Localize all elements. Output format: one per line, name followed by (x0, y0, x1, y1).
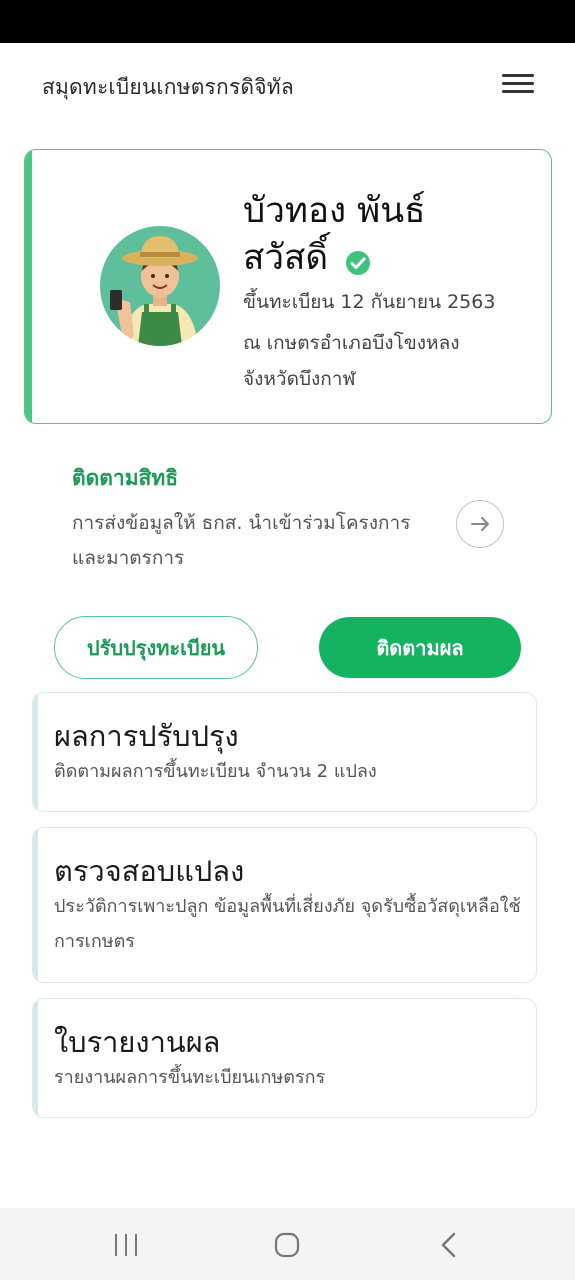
app-header: สมุดทะเบียนเกษตรกรดิจิทัล (0, 43, 575, 128)
rights-title: ติดตามสิทธิ (72, 466, 179, 490)
menu-card-report[interactable]: ใบรายงานผล รายงานผลการขึ้นทะเบียนเกษตรกร (32, 998, 537, 1118)
card-title: ผลการปรับปรุง (54, 719, 239, 753)
arrow-right-icon[interactable] (456, 500, 504, 548)
track-results-button[interactable]: ติดตามผล (319, 617, 521, 678)
rights-tracking-section[interactable]: ติดตามสิทธิ การส่งข้อมูลให้ ธกส. นำเข้าร… (72, 462, 512, 582)
check-circle-icon (345, 242, 371, 275)
menu-card-check-plots[interactable]: ตรวจสอบแปลง ประวัติการเพาะปลูก ข้อมูลพื้… (32, 827, 537, 983)
card-title: ตรวจสอบแปลง (54, 854, 245, 888)
status-bar (0, 0, 575, 43)
app-title: สมุดทะเบียนเกษตรกรดิจิทัล (42, 75, 294, 99)
card-description: ประวัติการเพาะปลูก ข้อมูลพื้นที่เสี่ยงภั… (54, 896, 521, 952)
home-icon[interactable] (267, 1230, 307, 1260)
update-registration-button[interactable]: ปรับปรุงทะเบียน (54, 616, 258, 679)
card-description: รายงานผลการขึ้นทะเบียนเกษตรกร (54, 1067, 326, 1088)
farmer-avatar (100, 226, 220, 346)
card-description: ติดตามผลการขึ้นทะเบียน จำนวน 2 แปลง (54, 761, 377, 782)
back-icon[interactable] (428, 1230, 468, 1260)
recent-apps-icon[interactable] (106, 1230, 146, 1260)
menu-card-update-results[interactable]: ผลการปรับปรุง ติดตามผลการขึ้นทะเบียน จำน… (32, 692, 537, 812)
rights-description: การส่งข้อมูลให้ ธกส. นำเข้าร่วมโครงการแล… (72, 512, 411, 569)
card-title: ใบรายงานผล (54, 1025, 221, 1059)
farmer-name: บัวทอง พันธ์ สวัสดิ์ (243, 188, 533, 282)
profile-card: บัวทอง พันธ์ สวัสดิ์ ขึ้นทะเบียน 12 กันย… (24, 149, 552, 424)
registration-date: ขึ้นทะเบียน 12 กันยายน 2563 (243, 291, 496, 313)
system-navigation-bar (0, 1208, 575, 1280)
registration-office: ณ เกษตรอำเภอบึงโขงหลง (243, 332, 460, 354)
farmer-name-line1: บัวทอง พันธ์ (243, 191, 426, 231)
hamburger-menu-icon[interactable] (502, 72, 534, 96)
registration-province: จังหวัดบึงกาฬ (243, 368, 356, 390)
farmer-name-line2: สวัสดิ์ (243, 238, 329, 278)
